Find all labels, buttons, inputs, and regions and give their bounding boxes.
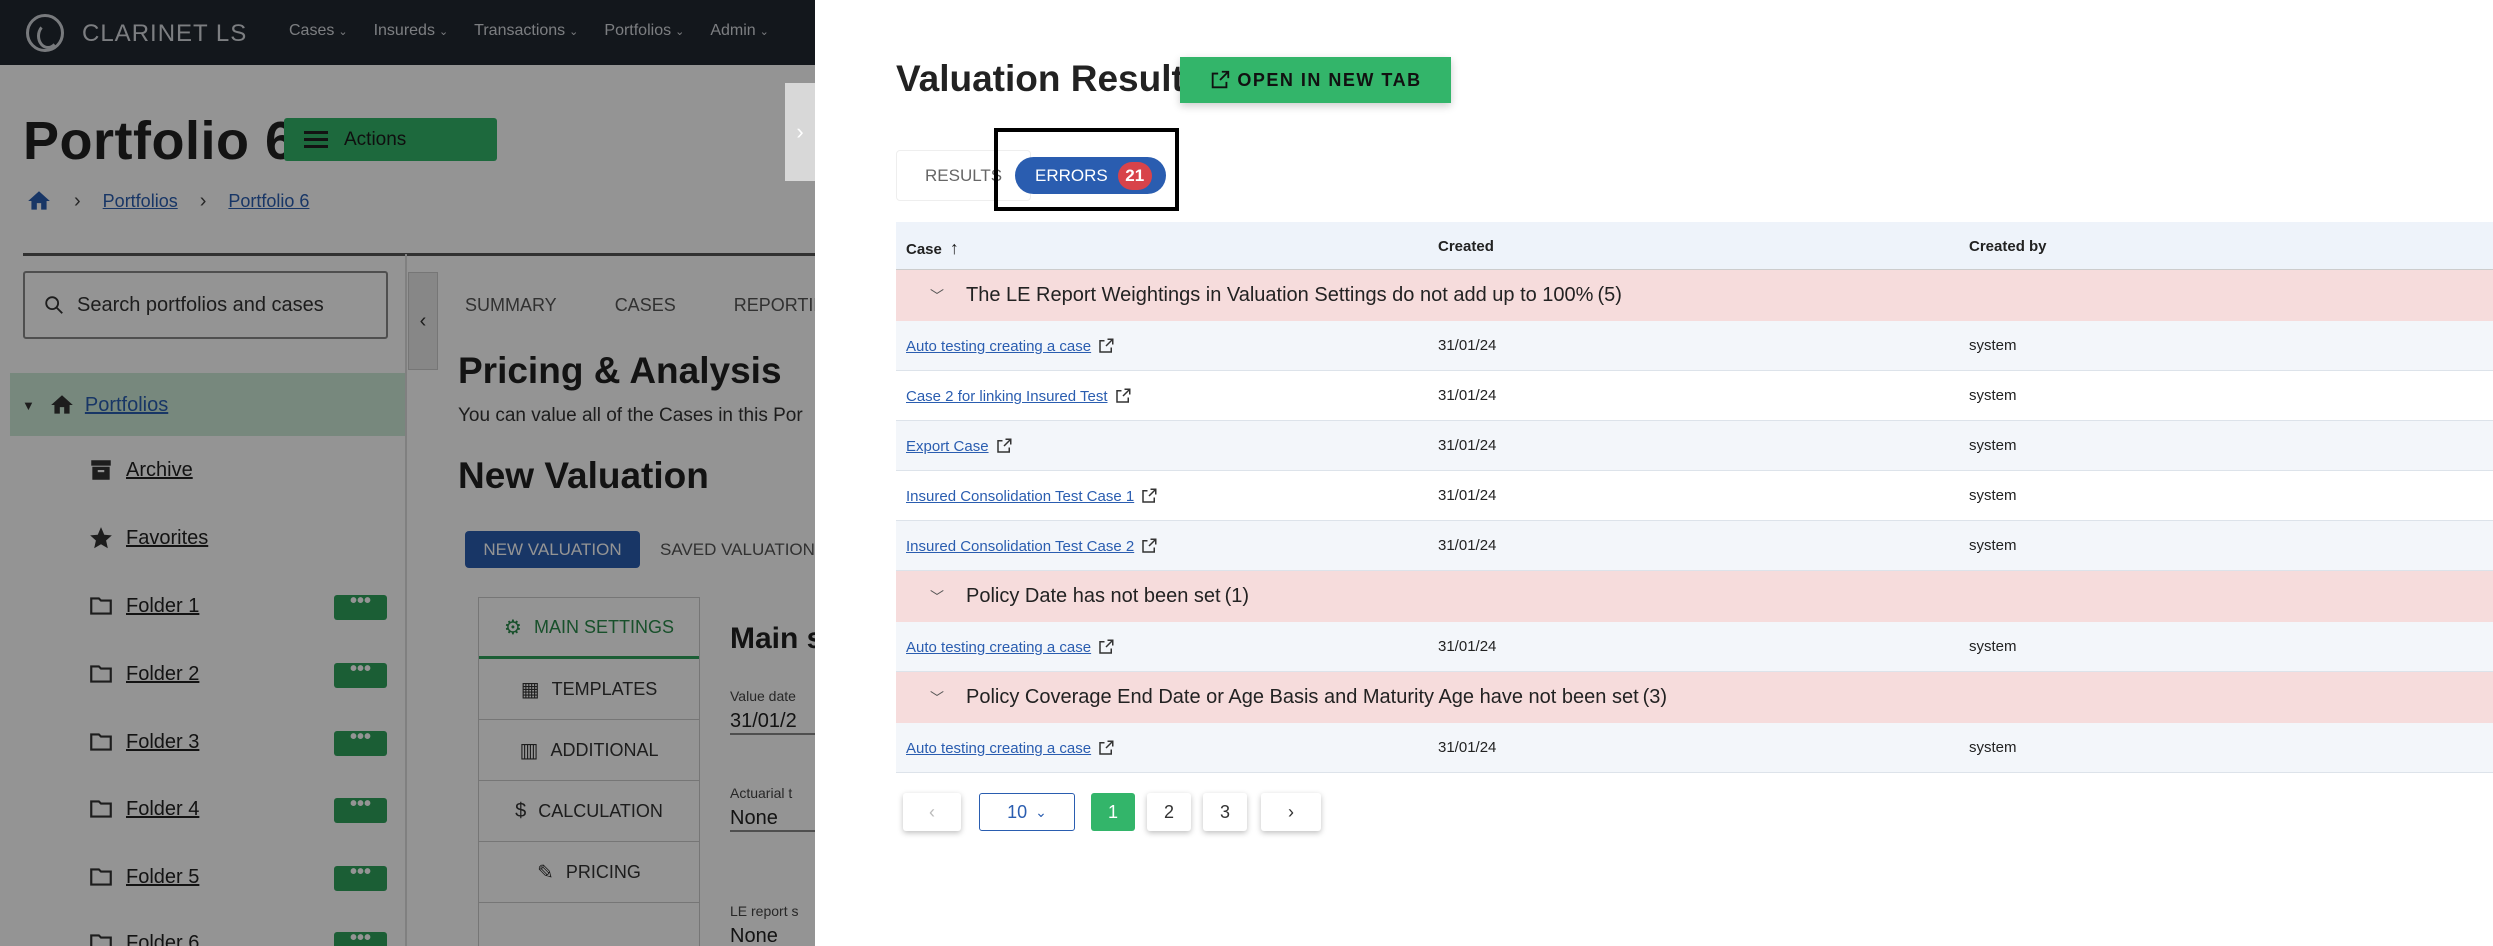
chevron-left-icon: ‹ — [929, 801, 935, 822]
highlight-box — [994, 128, 1179, 211]
table-row: Auto testing creating a case 31/01/24 sy… — [896, 723, 2493, 773]
external-link-icon[interactable] — [995, 437, 1013, 455]
table-row: Case 2 for linking Insured Test 31/01/24… — [896, 371, 2493, 421]
chevron-right-icon: › — [1288, 801, 1294, 822]
page-2-button[interactable]: 2 — [1147, 793, 1191, 831]
prev-page-button[interactable]: ‹ — [903, 793, 961, 831]
page-1-button[interactable]: 1 — [1091, 793, 1135, 831]
chevron-down-icon: ⌄ — [1035, 803, 1047, 820]
error-group-row[interactable]: ﹀ The LE Report Weightings in Valuation … — [896, 270, 2493, 321]
case-link[interactable]: Auto testing creating a case — [906, 740, 1091, 757]
case-link[interactable]: Insured Consolidation Test Case 1 — [906, 488, 1134, 505]
external-link-icon[interactable] — [1140, 487, 1158, 505]
expand-panel-button[interactable]: › — [785, 83, 815, 181]
table-row: Export Case 31/01/24 system — [896, 421, 2493, 471]
external-link-icon — [1212, 70, 1230, 89]
case-link[interactable]: Case 2 for linking Insured Test — [906, 388, 1108, 405]
case-link[interactable]: Export Case — [906, 438, 989, 455]
external-link-icon[interactable] — [1114, 387, 1132, 405]
error-group-row[interactable]: ﹀ Policy Coverage End Date or Age Basis … — [896, 672, 2493, 723]
chevron-right-icon: › — [796, 119, 804, 144]
panel-title: Valuation Results — [896, 58, 1205, 99]
column-case[interactable]: Case ↑ — [906, 238, 959, 259]
table-row: Insured Consolidation Test Case 2 31/01/… — [896, 521, 2493, 571]
chevron-down-icon[interactable]: ﹀ — [922, 587, 952, 607]
sort-up-icon[interactable]: ↑ — [950, 238, 959, 258]
table-row: Auto testing creating a case 31/01/24 sy… — [896, 321, 2493, 371]
column-created-by[interactable]: Created by — [1969, 238, 2047, 255]
case-link[interactable]: Insured Consolidation Test Case 2 — [906, 538, 1134, 555]
case-link[interactable]: Auto testing creating a case — [906, 338, 1091, 355]
external-link-icon[interactable] — [1140, 537, 1158, 555]
chevron-down-icon[interactable]: ﹀ — [922, 286, 952, 306]
external-link-icon[interactable] — [1097, 739, 1115, 757]
modal-backdrop[interactable] — [0, 0, 815, 946]
page-size-select[interactable]: 10 ⌄ — [979, 793, 1075, 831]
table-header: Case ↑ Created Created by — [896, 222, 2493, 270]
column-created[interactable]: Created — [1438, 238, 1494, 255]
external-link-icon[interactable] — [1097, 638, 1115, 656]
external-link-icon[interactable] — [1097, 337, 1115, 355]
case-link[interactable]: Auto testing creating a case — [906, 639, 1091, 656]
error-group-row[interactable]: ﹀ Policy Date has not been set (1) — [896, 571, 2493, 622]
table-row: Insured Consolidation Test Case 1 31/01/… — [896, 471, 2493, 521]
table-row: Auto testing creating a case 31/01/24 sy… — [896, 622, 2493, 672]
open-in-new-tab-button[interactable]: OPEN IN NEW TAB — [1180, 57, 1451, 103]
page-3-button[interactable]: 3 — [1203, 793, 1247, 831]
next-page-button[interactable]: › — [1261, 793, 1321, 831]
chevron-down-icon[interactable]: ﹀ — [922, 688, 952, 708]
